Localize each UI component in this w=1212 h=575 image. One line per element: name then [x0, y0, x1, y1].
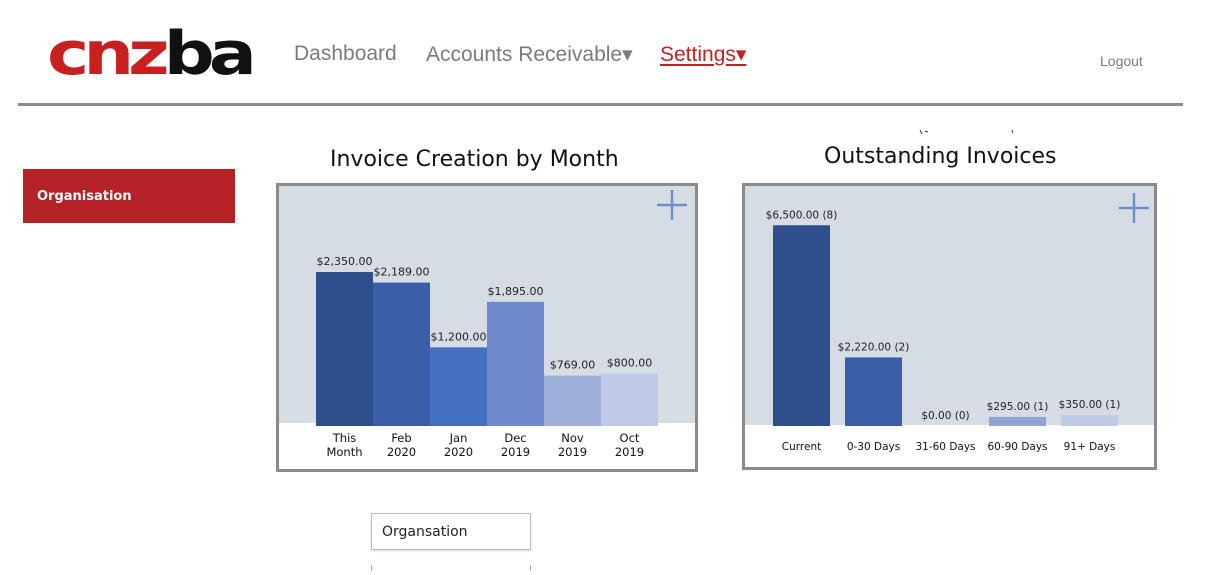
category-tick-label: This	[332, 431, 357, 445]
nav-settings[interactable]: Settings▾	[660, 42, 746, 67]
dropdown-edge	[530, 565, 531, 571]
bar-feb-2020	[373, 282, 430, 426]
sidebar-item-organisation[interactable]: Organisation	[23, 169, 235, 223]
plus-icon[interactable]	[657, 190, 687, 220]
bar-dec-2019	[487, 301, 544, 426]
category-tick-label: 2020	[444, 445, 473, 459]
bar-nov-2019	[544, 375, 601, 426]
chart-title-outstanding-invoices: Outstanding Invoices	[824, 144, 1057, 169]
category-tick-label: 91+ Days	[1064, 441, 1116, 453]
bar-value-label: $295.00 (1)	[987, 401, 1049, 413]
bar-value-label: $1,200.00	[431, 330, 487, 343]
bar-value-label: $2,350.00	[317, 255, 373, 268]
outstanding-invoices-chart: $6,500.00 (8) Current $2,220.00 (2) 0-30 Da…	[742, 183, 1157, 470]
bar-value-label: $769.00	[550, 359, 596, 372]
bar-0-30-days	[845, 357, 902, 426]
invoice-creation-chart: $2,350.00 This Month $2,189.00 Feb 2020 $1,200…	[276, 183, 698, 472]
outstanding-invoices-plot: $6,500.00 (8) Current $2,220.00 (2) 0-30 Da…	[766, 193, 1149, 453]
invoice-creation-plot: $2,350.00ThisMonth$2,189.00Feb2020$1,200…	[316, 190, 687, 459]
cnzba-logo: cnz ba	[47, 22, 252, 80]
category-tick-label: Dec	[504, 431, 526, 445]
category-tick-label: Current	[782, 441, 821, 453]
bar-60-90-days	[989, 416, 1046, 426]
nav-dashboard[interactable]: Dashboard	[294, 42, 397, 66]
dropdown-edge	[371, 565, 372, 571]
category-tick-label: 31-60 Days	[915, 441, 975, 453]
category-tick-label: 60-90 Days	[987, 441, 1047, 453]
bar-91+-days	[1061, 415, 1118, 426]
bar-value-label: $2,220.00 (2)	[838, 341, 910, 353]
category-tick-label: 2020	[387, 445, 416, 459]
category-tick-label: Jan	[449, 431, 468, 445]
organisation-select[interactable]: Organsation	[371, 513, 531, 550]
bar-value-label: $6,500.00 (8)	[766, 209, 838, 221]
bar-value-label: $800.00	[607, 357, 653, 370]
category-tick-label: Feb	[391, 431, 411, 445]
category-tick-label: 0-30 Days	[847, 441, 900, 453]
svg-text:cnzba: cnz ba	[47, 22, 252, 80]
nav-accounts-receivable[interactable]: Accounts Receivable▾	[426, 42, 633, 67]
category-tick-label: Oct	[620, 431, 640, 445]
stray-marks	[919, 129, 1014, 135]
category-tick-label: 2019	[501, 445, 530, 459]
chart-title-invoice-creation: Invoice Creation by Month	[330, 147, 619, 172]
header-divider	[18, 103, 1183, 106]
category-tick-label: 2019	[615, 445, 644, 459]
category-tick-label: Nov	[561, 431, 584, 445]
bar-this-month	[316, 272, 373, 426]
bar-value-label: $1,895.00	[488, 285, 544, 298]
bar-value-label: $2,189.00	[374, 266, 430, 279]
plus-icon[interactable]	[1119, 193, 1149, 223]
category-tick-label: Month	[326, 445, 362, 459]
bar-value-label: $0.00 (0)	[921, 410, 969, 422]
bar-oct-2019	[601, 373, 658, 426]
bar-current	[773, 225, 830, 426]
logout-link[interactable]: Logout	[1100, 53, 1143, 69]
bar-jan-2020	[430, 347, 487, 426]
bar-value-label: $350.00 (1)	[1059, 399, 1121, 411]
category-tick-label: 2019	[558, 445, 587, 459]
